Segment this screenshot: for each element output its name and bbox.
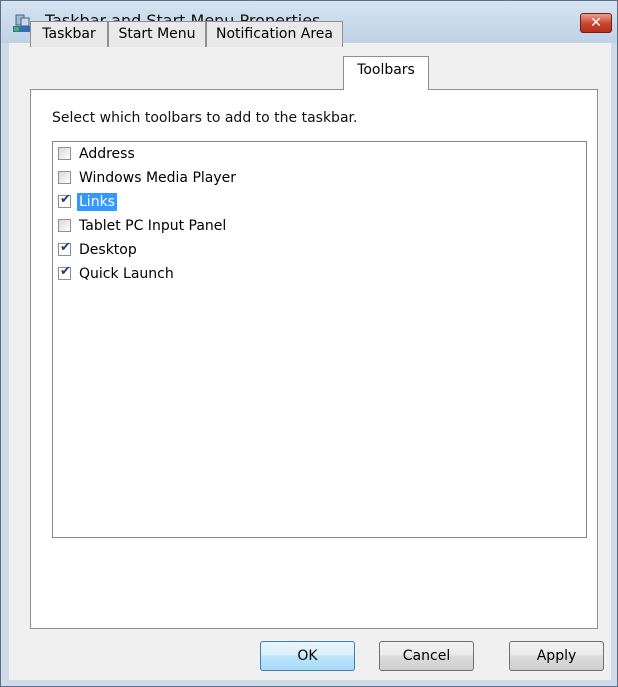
tab-taskbar[interactable]: Taskbar [30, 21, 108, 47]
checkmark-icon: ✔ [60, 240, 71, 255]
quick-launch-checkbox[interactable]: ✔ [58, 264, 71, 280]
tab-label: Toolbars [357, 62, 415, 78]
list-item-links[interactable]: ✔ Links [53, 190, 606, 214]
list-item-label: Address [79, 146, 135, 162]
instructions-text: Select which toolbars to add to the task… [52, 110, 358, 126]
desktop-checkbox[interactable]: ✔ [58, 240, 71, 256]
tablet-pc-input-panel-checkbox[interactable] [58, 219, 71, 232]
toolbars-tab-panel: Select which toolbars to add to the task… [30, 89, 598, 629]
tab-label: Start Menu [118, 26, 196, 42]
tab-start-menu[interactable]: Start Menu [108, 21, 206, 47]
tab-toolbars[interactable]: Toolbars [343, 56, 429, 90]
checkmark-icon: ✔ [60, 192, 71, 207]
close-icon: ✕ [590, 15, 602, 31]
dialog-window: Taskbar and Start Menu Properties ✕ Task… [0, 0, 618, 687]
windows-media-player-checkbox[interactable] [58, 171, 71, 184]
tab-notification-area[interactable]: Notification Area [206, 21, 343, 47]
list-item-label: Quick Launch [79, 266, 174, 282]
cancel-button[interactable]: Cancel [379, 641, 474, 671]
list-item-label: Windows Media Player [79, 170, 237, 186]
list-item-windows-media-player[interactable]: Windows Media Player [53, 166, 606, 190]
list-item-label: Links [77, 193, 117, 211]
apply-button[interactable]: Apply [509, 641, 604, 671]
list-item-label: Tablet PC Input Panel [79, 218, 227, 234]
list-item-quick-launch[interactable]: ✔ Quick Launch [53, 262, 606, 286]
address-checkbox[interactable] [58, 147, 71, 160]
toolbars-listbox[interactable]: Address Windows Media Player ✔ Links Tab… [52, 141, 587, 538]
list-item-tablet-pc-input-panel[interactable]: Tablet PC Input Panel [53, 214, 606, 238]
close-button[interactable]: ✕ [580, 13, 612, 33]
list-item-desktop[interactable]: ✔ Desktop [53, 238, 606, 262]
list-item-address[interactable]: Address [53, 142, 606, 166]
links-checkbox[interactable]: ✔ [58, 192, 71, 208]
tab-label: Notification Area [216, 26, 333, 42]
tab-label: Taskbar [42, 26, 96, 42]
list-item-label: Desktop [79, 242, 137, 258]
ok-button[interactable]: OK [260, 641, 355, 671]
checkmark-icon: ✔ [60, 264, 71, 279]
